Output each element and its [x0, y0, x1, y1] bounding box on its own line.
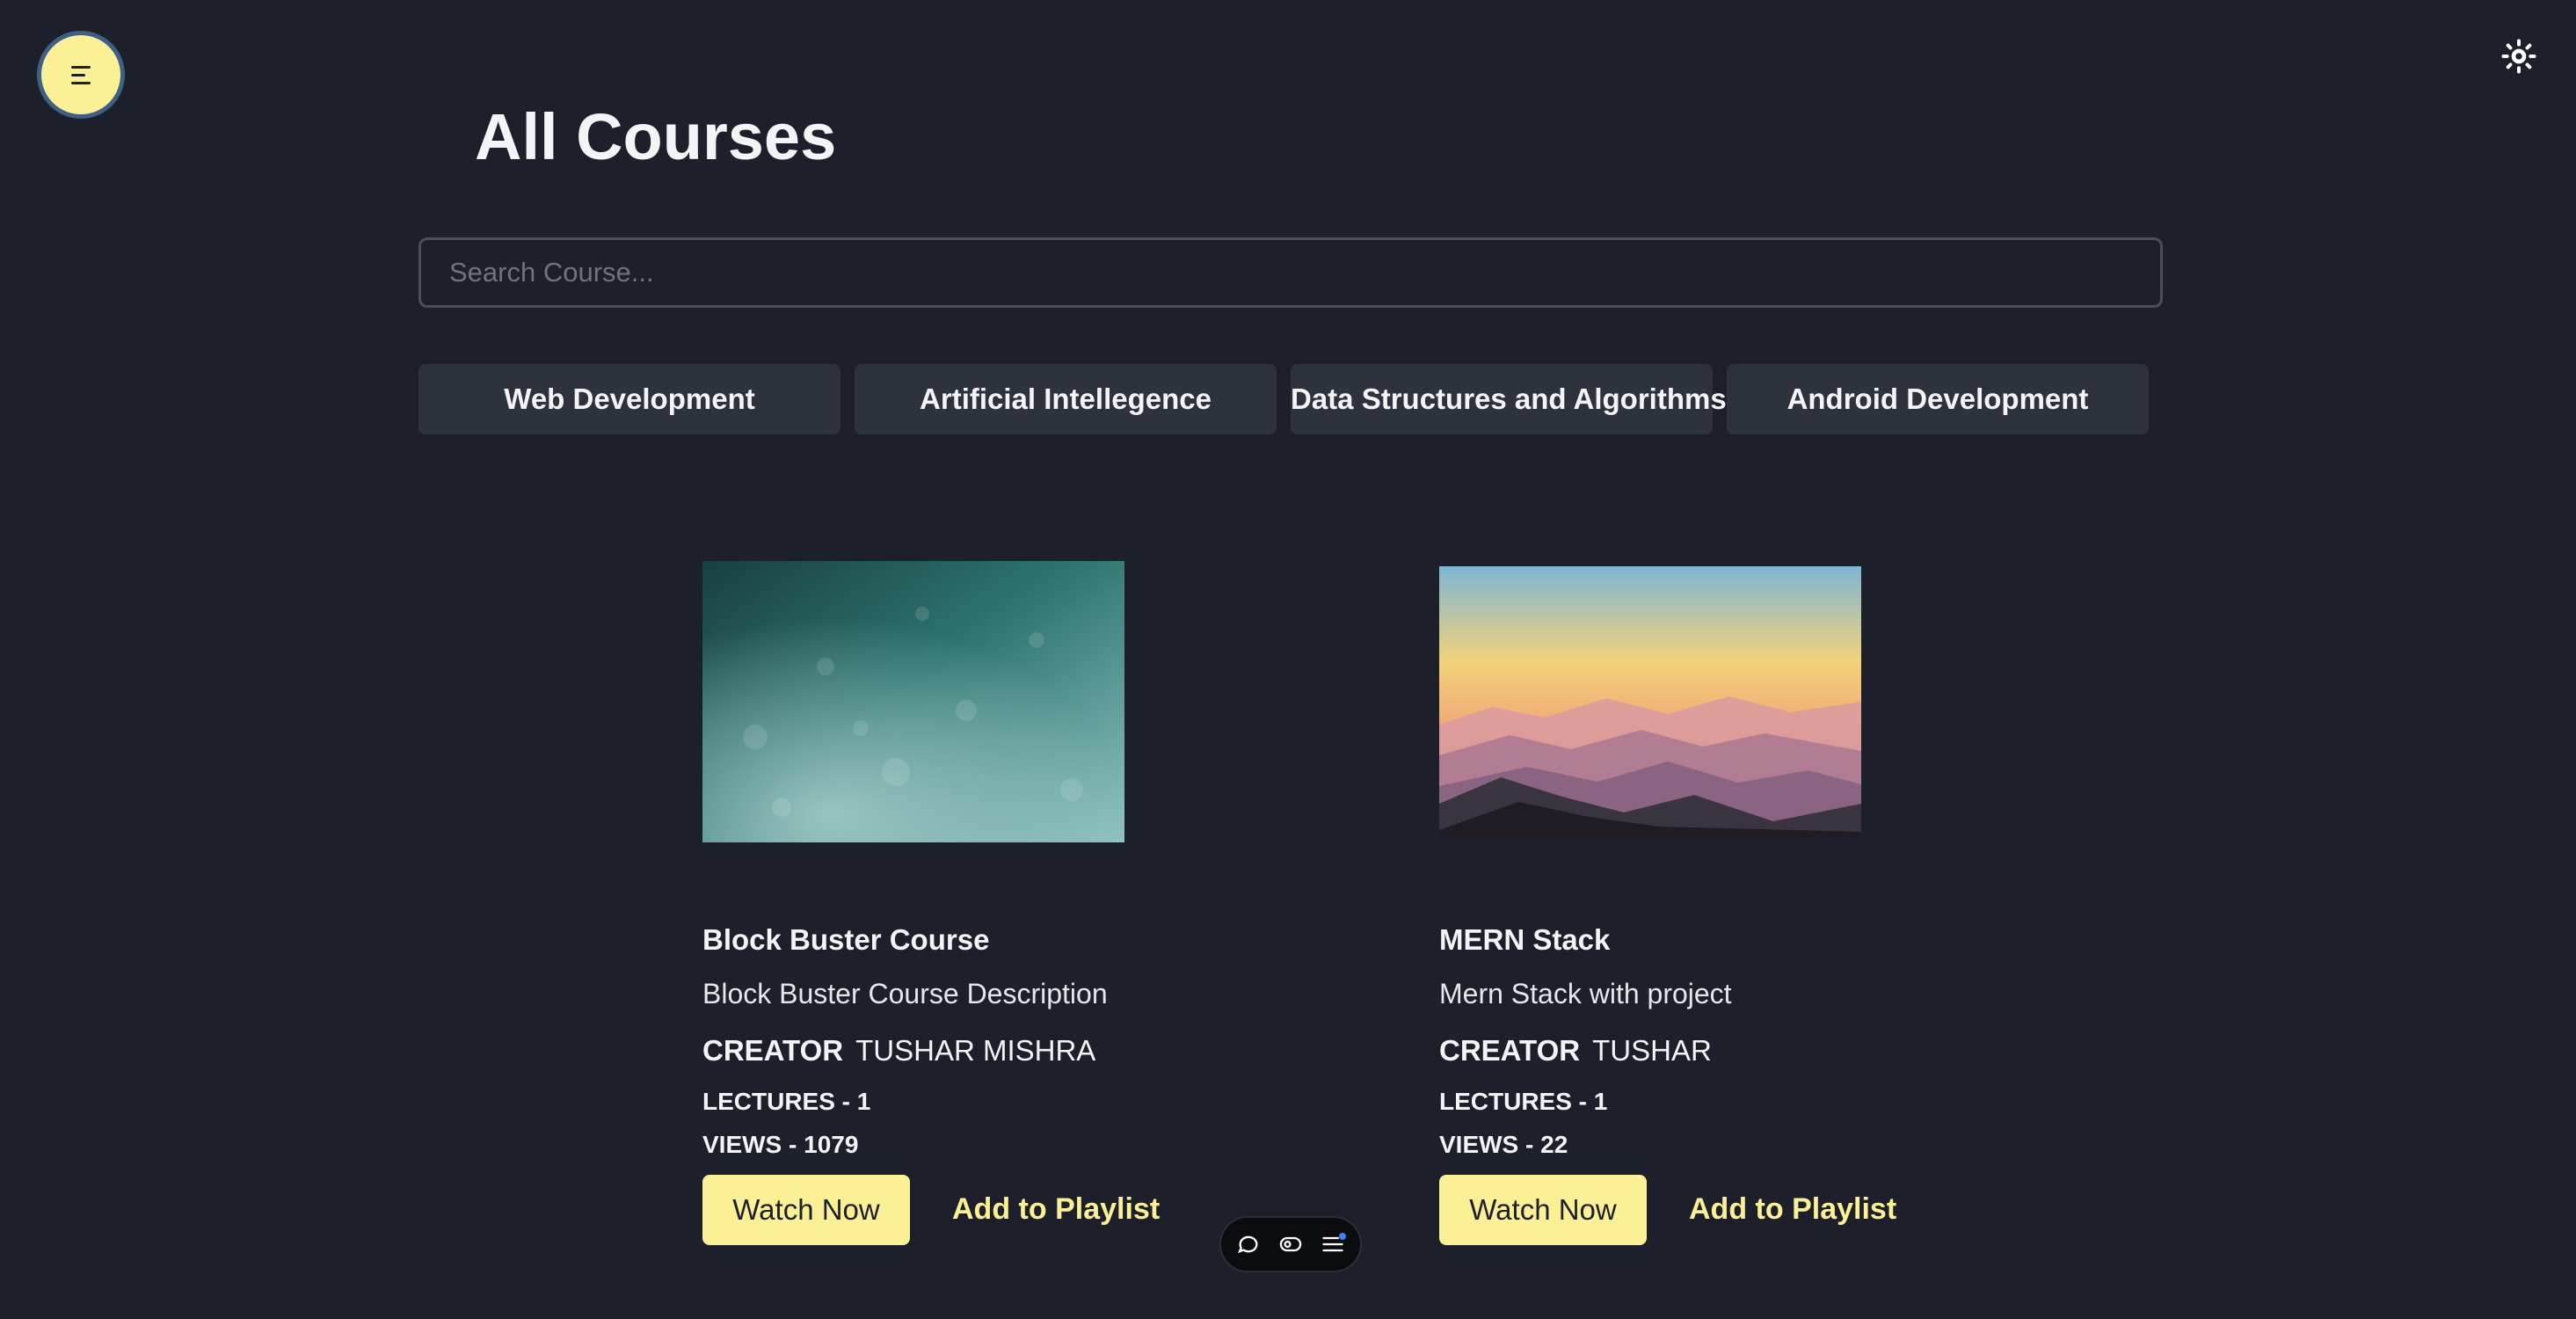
creator-label: CREATOR [702, 1034, 844, 1067]
sun-icon [2501, 39, 2536, 74]
search-input[interactable] [418, 237, 2163, 308]
notification-dot [1339, 1233, 1346, 1240]
creator-name: TUSHAR [1592, 1034, 1712, 1067]
comment-icon [1238, 1235, 1258, 1254]
creator-name: TUSHAR MISHRA [855, 1034, 1096, 1067]
course-title: MERN Stack [1439, 923, 1611, 956]
add-to-playlist-button[interactable]: Add to Playlist [1689, 1192, 1896, 1227]
creator-label: CREATOR [1439, 1034, 1581, 1067]
comment-button[interactable] [1233, 1229, 1263, 1259]
views-count: VIEWS - 1079 [702, 1131, 859, 1158]
lectures-count: LECTURES - 1 [1439, 1088, 1608, 1115]
category-web-development[interactable]: Web Development [418, 364, 840, 434]
course-description: Block Buster Course Description [702, 978, 1108, 1009]
course-thumbnail [1439, 566, 1861, 837]
lectures-count: LECTURES - 1 [702, 1088, 871, 1115]
eye-icon [1279, 1236, 1302, 1252]
add-to-playlist-button[interactable]: Add to Playlist [952, 1192, 1160, 1227]
theme-toggle-button[interactable] [2500, 37, 2538, 76]
menu-icon [71, 65, 91, 84]
course-title: Block Buster Course [702, 923, 990, 956]
floating-toolbar [1219, 1216, 1362, 1272]
creator-row: CREATOR TUSHAR [1439, 1034, 1712, 1068]
menu-button[interactable] [37, 31, 125, 119]
category-android-development[interactable]: Android Development [1727, 364, 2149, 434]
course-description: Mern Stack with project [1439, 978, 1732, 1009]
view-toggle-button[interactable] [1276, 1229, 1306, 1259]
page-title: All Courses [475, 100, 837, 173]
list-button[interactable] [1318, 1229, 1348, 1259]
watch-now-button[interactable]: Watch Now [1439, 1175, 1647, 1245]
creator-row: CREATOR TUSHAR MISHRA [702, 1034, 1095, 1068]
views-count: VIEWS - 22 [1439, 1131, 1568, 1158]
course-thumbnail [702, 561, 1124, 842]
category-data-structures-algorithms[interactable]: Data Structures and Algorithms [1291, 364, 1727, 434]
category-bar: Web Development Artificial Intellegence … [418, 364, 2149, 434]
watch-now-button[interactable]: Watch Now [702, 1175, 910, 1245]
category-artificial-intelligence[interactable]: Artificial Intellegence [855, 364, 1277, 434]
